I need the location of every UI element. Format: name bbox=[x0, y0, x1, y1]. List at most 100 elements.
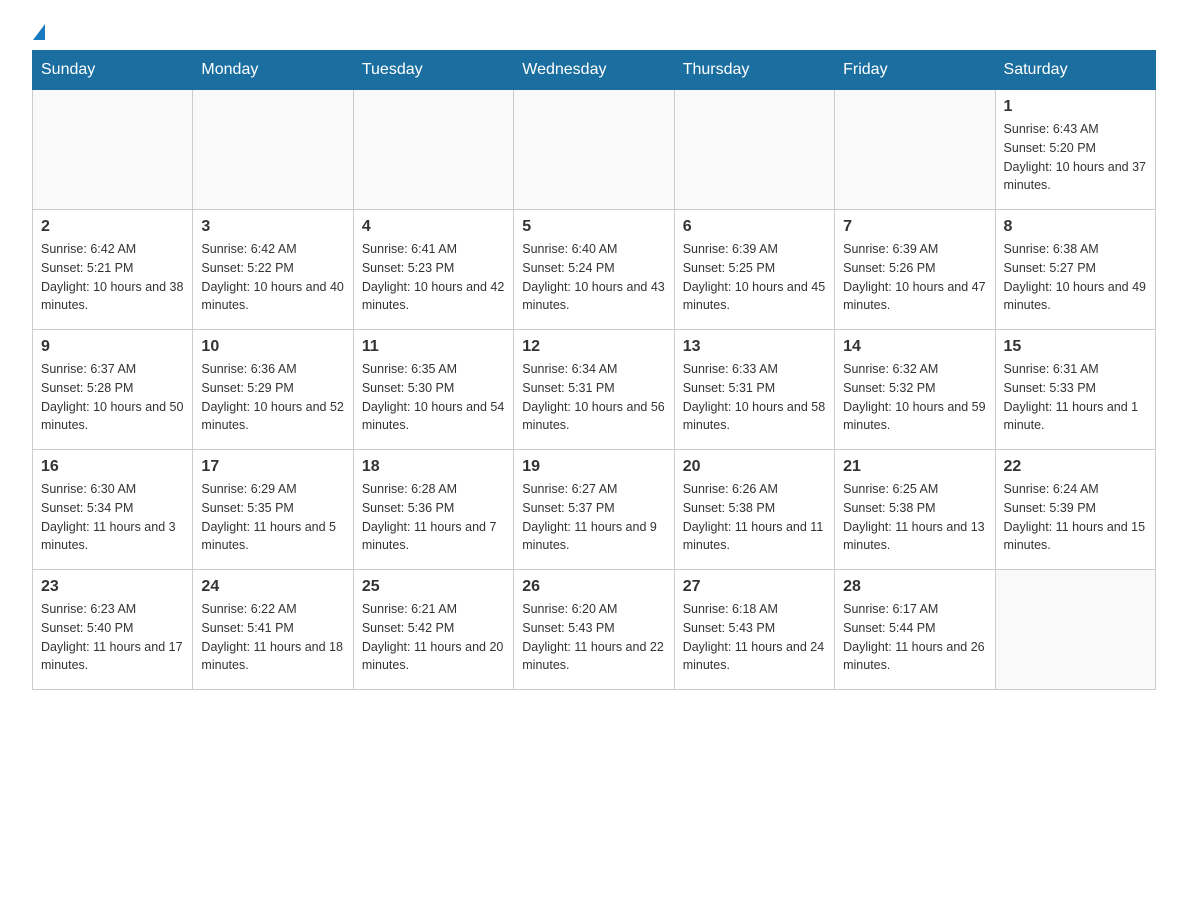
sun-info: Sunrise: 6:35 AMSunset: 5:30 PMDaylight:… bbox=[362, 360, 505, 435]
day-number: 10 bbox=[201, 338, 344, 356]
sun-info: Sunrise: 6:17 AMSunset: 5:44 PMDaylight:… bbox=[843, 600, 986, 675]
sun-info: Sunrise: 6:37 AMSunset: 5:28 PMDaylight:… bbox=[41, 360, 184, 435]
sun-info: Sunrise: 6:32 AMSunset: 5:32 PMDaylight:… bbox=[843, 360, 986, 435]
sun-info: Sunrise: 6:39 AMSunset: 5:26 PMDaylight:… bbox=[843, 240, 986, 315]
calendar-cell: 16Sunrise: 6:30 AMSunset: 5:34 PMDayligh… bbox=[33, 450, 193, 570]
logo-triangle-icon bbox=[33, 24, 45, 40]
sun-info: Sunrise: 6:30 AMSunset: 5:34 PMDaylight:… bbox=[41, 480, 184, 555]
calendar-header-wednesday: Wednesday bbox=[514, 51, 674, 90]
calendar-cell bbox=[674, 90, 834, 210]
day-number: 9 bbox=[41, 338, 184, 356]
day-number: 25 bbox=[362, 578, 505, 596]
calendar-cell: 3 Sunrise: 6:42 AMSunset: 5:22 PMDaylight… bbox=[193, 210, 353, 330]
calendar-cell: 23 Sunrise: 6:23 AMSunset: 5:40 PMDayligh… bbox=[33, 570, 193, 690]
day-number: 15 bbox=[1004, 338, 1147, 356]
calendar-week-row: 2Sunrise: 6:42 AMSunset: 5:21 PMDaylight… bbox=[33, 210, 1156, 330]
calendar-cell: 25 Sunrise: 6:21 AMSunset: 5:42 PMDayligh… bbox=[353, 570, 513, 690]
calendar-cell: 1 Sunrise: 6:43 AMSunset: 5:20 PMDaylight… bbox=[995, 90, 1155, 210]
logo bbox=[32, 24, 45, 40]
calendar-cell: 11 Sunrise: 6:35 AMSunset: 5:30 PMDayligh… bbox=[353, 330, 513, 450]
calendar-header-thursday: Thursday bbox=[674, 51, 834, 90]
calendar-cell: 17 Sunrise: 6:29 AMSunset: 5:35 PMDayligh… bbox=[193, 450, 353, 570]
day-number: 27 bbox=[683, 578, 826, 596]
calendar-week-row: 1 Sunrise: 6:43 AMSunset: 5:20 PMDaylight… bbox=[33, 90, 1156, 210]
calendar-cell: 12 Sunrise: 6:34 AMSunset: 5:31 PMDayligh… bbox=[514, 330, 674, 450]
calendar-table: SundayMondayTuesdayWednesdayThursdayFrid… bbox=[32, 50, 1156, 690]
sun-info: Sunrise: 6:36 AMSunset: 5:29 PMDaylight:… bbox=[201, 360, 344, 435]
calendar-cell: 6 Sunrise: 6:39 AMSunset: 5:25 PMDaylight… bbox=[674, 210, 834, 330]
sun-info: Sunrise: 6:40 AMSunset: 5:24 PMDaylight:… bbox=[522, 240, 665, 315]
day-number: 3 bbox=[201, 218, 344, 236]
sun-info: Sunrise: 6:26 AMSunset: 5:38 PMDaylight:… bbox=[683, 480, 826, 555]
calendar-cell: 5 Sunrise: 6:40 AMSunset: 5:24 PMDaylight… bbox=[514, 210, 674, 330]
calendar-header-monday: Monday bbox=[193, 51, 353, 90]
calendar-week-row: 23 Sunrise: 6:23 AMSunset: 5:40 PMDayligh… bbox=[33, 570, 1156, 690]
calendar-cell: 8 Sunrise: 6:38 AMSunset: 5:27 PMDaylight… bbox=[995, 210, 1155, 330]
calendar-header-tuesday: Tuesday bbox=[353, 51, 513, 90]
day-number: 18 bbox=[362, 458, 505, 476]
sun-info: Sunrise: 6:41 AMSunset: 5:23 PMDaylight:… bbox=[362, 240, 505, 315]
calendar-week-row: 9 Sunrise: 6:37 AMSunset: 5:28 PMDaylight… bbox=[33, 330, 1156, 450]
sun-info: Sunrise: 6:24 AMSunset: 5:39 PMDaylight:… bbox=[1004, 480, 1147, 555]
day-number: 5 bbox=[522, 218, 665, 236]
calendar-cell: 13Sunrise: 6:33 AMSunset: 5:31 PMDayligh… bbox=[674, 330, 834, 450]
calendar-cell: 26 Sunrise: 6:20 AMSunset: 5:43 PMDayligh… bbox=[514, 570, 674, 690]
calendar-cell: 20 Sunrise: 6:26 AMSunset: 5:38 PMDayligh… bbox=[674, 450, 834, 570]
day-number: 1 bbox=[1004, 98, 1147, 116]
calendar-cell: 27Sunrise: 6:18 AMSunset: 5:43 PMDayligh… bbox=[674, 570, 834, 690]
day-number: 22 bbox=[1004, 458, 1147, 476]
calendar-header-saturday: Saturday bbox=[995, 51, 1155, 90]
day-number: 8 bbox=[1004, 218, 1147, 236]
day-number: 28 bbox=[843, 578, 986, 596]
sun-info: Sunrise: 6:43 AMSunset: 5:20 PMDaylight:… bbox=[1004, 120, 1147, 195]
calendar-header-friday: Friday bbox=[835, 51, 995, 90]
sun-info: Sunrise: 6:23 AMSunset: 5:40 PMDaylight:… bbox=[41, 600, 184, 675]
sun-info: Sunrise: 6:39 AMSunset: 5:25 PMDaylight:… bbox=[683, 240, 826, 315]
calendar-cell: 15 Sunrise: 6:31 AMSunset: 5:33 PMDayligh… bbox=[995, 330, 1155, 450]
sun-info: Sunrise: 6:42 AMSunset: 5:21 PMDaylight:… bbox=[41, 240, 184, 315]
calendar-cell: 7 Sunrise: 6:39 AMSunset: 5:26 PMDaylight… bbox=[835, 210, 995, 330]
day-number: 13 bbox=[683, 338, 826, 356]
day-number: 11 bbox=[362, 338, 505, 356]
page-header bbox=[32, 24, 1156, 40]
day-number: 17 bbox=[201, 458, 344, 476]
sun-info: Sunrise: 6:27 AMSunset: 5:37 PMDaylight:… bbox=[522, 480, 665, 555]
calendar-cell: 4 Sunrise: 6:41 AMSunset: 5:23 PMDaylight… bbox=[353, 210, 513, 330]
sun-info: Sunrise: 6:25 AMSunset: 5:38 PMDaylight:… bbox=[843, 480, 986, 555]
sun-info: Sunrise: 6:20 AMSunset: 5:43 PMDaylight:… bbox=[522, 600, 665, 675]
calendar-cell: 24 Sunrise: 6:22 AMSunset: 5:41 PMDayligh… bbox=[193, 570, 353, 690]
calendar-cell: 28 Sunrise: 6:17 AMSunset: 5:44 PMDayligh… bbox=[835, 570, 995, 690]
day-number: 26 bbox=[522, 578, 665, 596]
sun-info: Sunrise: 6:22 AMSunset: 5:41 PMDaylight:… bbox=[201, 600, 344, 675]
sun-info: Sunrise: 6:31 AMSunset: 5:33 PMDaylight:… bbox=[1004, 360, 1147, 435]
calendar-cell: 18 Sunrise: 6:28 AMSunset: 5:36 PMDayligh… bbox=[353, 450, 513, 570]
sun-info: Sunrise: 6:21 AMSunset: 5:42 PMDaylight:… bbox=[362, 600, 505, 675]
day-number: 21 bbox=[843, 458, 986, 476]
calendar-cell: 10 Sunrise: 6:36 AMSunset: 5:29 PMDayligh… bbox=[193, 330, 353, 450]
day-number: 7 bbox=[843, 218, 986, 236]
calendar-cell: 22 Sunrise: 6:24 AMSunset: 5:39 PMDayligh… bbox=[995, 450, 1155, 570]
day-number: 14 bbox=[843, 338, 986, 356]
calendar-cell: 21 Sunrise: 6:25 AMSunset: 5:38 PMDayligh… bbox=[835, 450, 995, 570]
calendar-week-row: 16Sunrise: 6:30 AMSunset: 5:34 PMDayligh… bbox=[33, 450, 1156, 570]
sun-info: Sunrise: 6:38 AMSunset: 5:27 PMDaylight:… bbox=[1004, 240, 1147, 315]
calendar-cell: 9 Sunrise: 6:37 AMSunset: 5:28 PMDaylight… bbox=[33, 330, 193, 450]
calendar-cell bbox=[514, 90, 674, 210]
calendar-cell bbox=[353, 90, 513, 210]
sun-info: Sunrise: 6:29 AMSunset: 5:35 PMDaylight:… bbox=[201, 480, 344, 555]
calendar-cell: 14 Sunrise: 6:32 AMSunset: 5:32 PMDayligh… bbox=[835, 330, 995, 450]
day-number: 24 bbox=[201, 578, 344, 596]
day-number: 4 bbox=[362, 218, 505, 236]
calendar-cell: 2Sunrise: 6:42 AMSunset: 5:21 PMDaylight… bbox=[33, 210, 193, 330]
day-number: 12 bbox=[522, 338, 665, 356]
day-number: 20 bbox=[683, 458, 826, 476]
calendar-cell bbox=[835, 90, 995, 210]
calendar-header-row: SundayMondayTuesdayWednesdayThursdayFrid… bbox=[33, 51, 1156, 90]
calendar-cell bbox=[33, 90, 193, 210]
day-number: 6 bbox=[683, 218, 826, 236]
sun-info: Sunrise: 6:42 AMSunset: 5:22 PMDaylight:… bbox=[201, 240, 344, 315]
day-number: 23 bbox=[41, 578, 184, 596]
sun-info: Sunrise: 6:34 AMSunset: 5:31 PMDaylight:… bbox=[522, 360, 665, 435]
calendar-cell bbox=[193, 90, 353, 210]
sun-info: Sunrise: 6:28 AMSunset: 5:36 PMDaylight:… bbox=[362, 480, 505, 555]
